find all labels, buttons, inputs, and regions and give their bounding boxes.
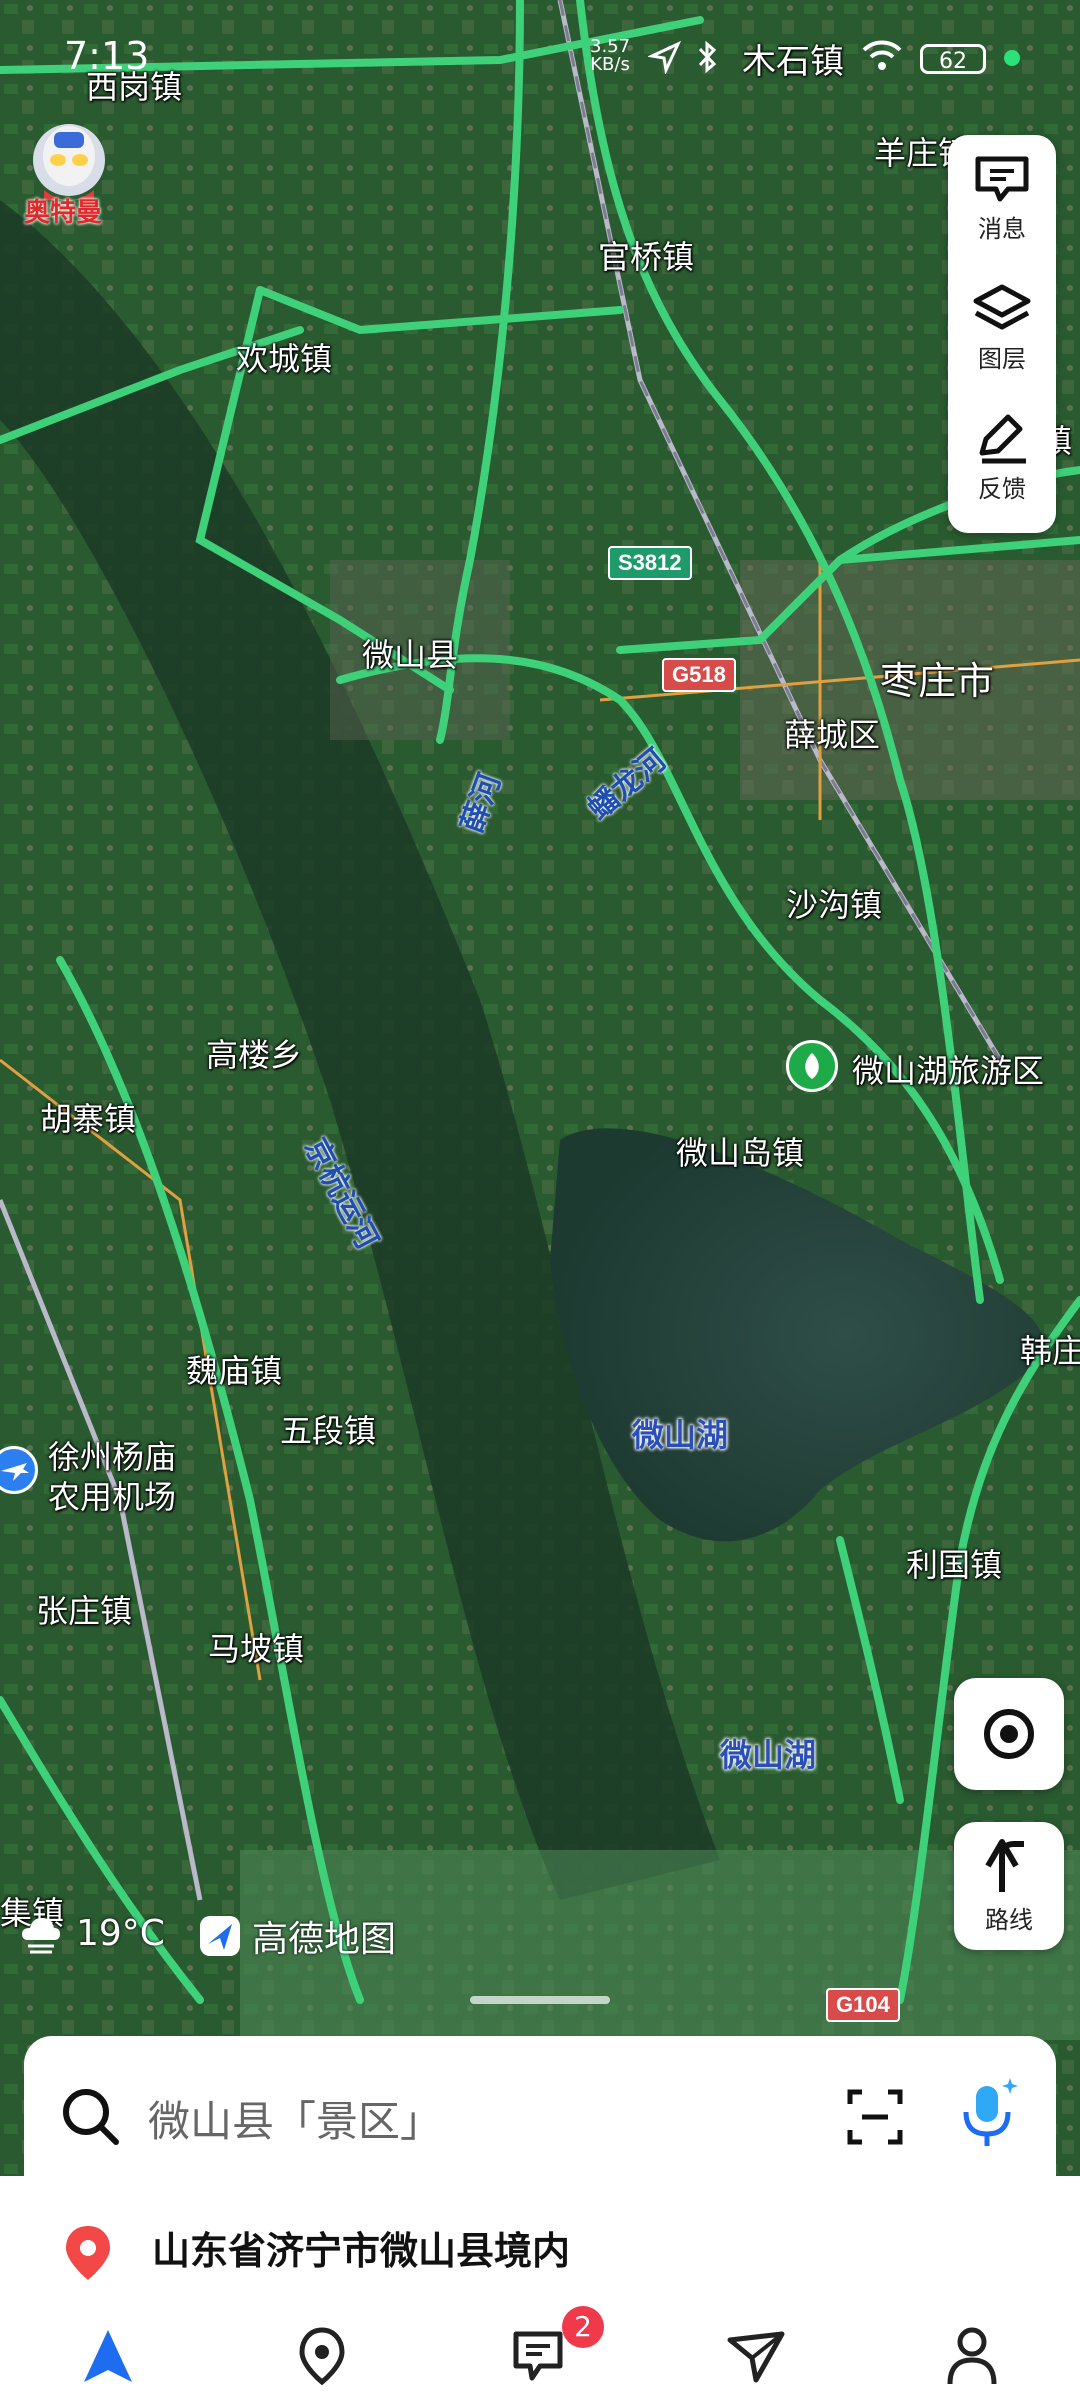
search-bar[interactable]: 微山县「景区」 xyxy=(24,2036,1056,2196)
place-label[interactable]: 高楼乡 xyxy=(206,1030,302,1076)
target-icon xyxy=(984,1709,1034,1759)
scenic-area-label[interactable]: 微山湖旅游区 xyxy=(852,1046,1044,1092)
status-bar: 7:13 3.57 KB/s 木石镇 62 xyxy=(0,0,1080,110)
status-time: 7:13 xyxy=(64,34,150,78)
amap-brand: 高德地图 xyxy=(198,1910,396,1962)
feedback-tool-label: 反馈 xyxy=(978,475,1026,503)
lake-label[interactable]: 微山湖 xyxy=(632,1410,728,1456)
mascot-logo-text: 奥特曼 xyxy=(24,198,103,228)
privacy-dot xyxy=(1004,50,1020,66)
road-shield-s3812: S3812 xyxy=(608,546,692,580)
messages-tool-label: 消息 xyxy=(978,215,1026,243)
map-toolbox: 消息 图层 反馈 xyxy=(948,135,1056,533)
mascot-logo[interactable]: 奥特曼 xyxy=(14,120,124,230)
nav-taxi-tab[interactable] xyxy=(726,2326,786,2390)
route-turn-icon xyxy=(985,1839,1024,1892)
place-label[interactable]: 马坡镇 xyxy=(208,1624,304,1670)
cloudy-weather-icon xyxy=(22,1918,60,1954)
messages-tool-button[interactable]: 消息 xyxy=(948,135,1056,263)
paper-plane-icon xyxy=(727,2331,785,2383)
wifi-icon xyxy=(862,40,902,81)
amap-logo-icon xyxy=(200,1916,240,1956)
map-pin-icon xyxy=(299,2327,345,2386)
feedback-tool-button[interactable]: 反馈 xyxy=(948,395,1056,523)
city-label-zaozhuang[interactable]: 枣庄市 xyxy=(880,650,994,705)
road-shield-g518: G518 xyxy=(662,658,736,692)
place-label[interactable]: 张庄镇 xyxy=(36,1586,132,1632)
place-label[interactable]: 胡寨镇 xyxy=(40,1094,136,1140)
net-speed: 3.57 KB/s xyxy=(590,38,630,74)
messages-badge: 2 xyxy=(562,2306,604,2348)
lake-label[interactable]: 微山湖 xyxy=(720,1730,816,1776)
place-label[interactable]: 官桥镇 xyxy=(598,232,694,278)
place-label[interactable]: 五段镇 xyxy=(280,1406,376,1452)
nav-nearby-tab[interactable] xyxy=(294,2326,350,2390)
place-label[interactable]: 微山岛镇 xyxy=(676,1128,804,1174)
nav-messages-tab[interactable] xyxy=(510,2326,566,2390)
net-speed-unit: KB/s xyxy=(590,54,630,75)
bluetooth-icon xyxy=(696,40,720,83)
place-label[interactable]: 韩庄 xyxy=(1020,1326,1080,1372)
airport-label-line2[interactable]: 农用机场 xyxy=(48,1472,176,1518)
layers-tool-button[interactable]: 图层 xyxy=(948,265,1056,393)
amap-brand-text: 高德地图 xyxy=(252,1919,397,1960)
nav-navigation-tab[interactable] xyxy=(80,2326,136,2390)
user-icon xyxy=(947,2327,997,2385)
scenic-area-icon[interactable] xyxy=(786,1040,838,1092)
search-icon xyxy=(63,2089,119,2145)
route-button-label: 路线 xyxy=(985,1906,1033,1934)
location-pin-icon xyxy=(66,2226,110,2280)
bottom-sheet: 山东省济宁市微山县境内 2 xyxy=(0,2176,1080,2400)
route-button[interactable]: 路线 xyxy=(954,1822,1064,1950)
current-location-text: 山东省济宁市微山县境内 xyxy=(152,2229,571,2273)
place-label[interactable]: 利国镇 xyxy=(906,1540,1002,1586)
place-label[interactable]: 沙沟镇 xyxy=(786,880,882,926)
scan-icon[interactable] xyxy=(844,2086,906,2148)
place-label[interactable]: 微山县 xyxy=(362,630,458,676)
search-input[interactable]: 微山县「景区」 xyxy=(148,2088,442,2149)
message-icon xyxy=(975,156,1029,202)
location-arrow-icon xyxy=(646,40,682,83)
chat-icon xyxy=(513,2331,563,2381)
layers-tool-label: 图层 xyxy=(978,345,1026,373)
airport-icon[interactable] xyxy=(0,1446,38,1494)
locate-me-button[interactable] xyxy=(954,1678,1064,1790)
place-label[interactable]: 薛城区 xyxy=(784,710,880,756)
road-shield-g104: G104 xyxy=(826,1988,900,2022)
voice-mic-icon[interactable] xyxy=(954,2072,1024,2152)
panel-drag-handle[interactable] xyxy=(470,1996,610,2004)
place-label[interactable]: 魏庙镇 xyxy=(186,1346,282,1392)
pen-edit-icon xyxy=(979,414,1026,464)
nav-profile-tab[interactable] xyxy=(944,2326,1000,2390)
battery-indicator: 62 xyxy=(920,44,986,74)
place-label[interactable]: 欢城镇 xyxy=(236,334,332,380)
status-location-label: 木石镇 xyxy=(742,42,844,82)
navigation-arrow-icon xyxy=(84,2330,132,2382)
weather-temperature: 19°C xyxy=(76,1912,165,1954)
layers-icon xyxy=(973,284,1031,330)
weather-widget[interactable]: 19°C xyxy=(18,1910,165,1956)
